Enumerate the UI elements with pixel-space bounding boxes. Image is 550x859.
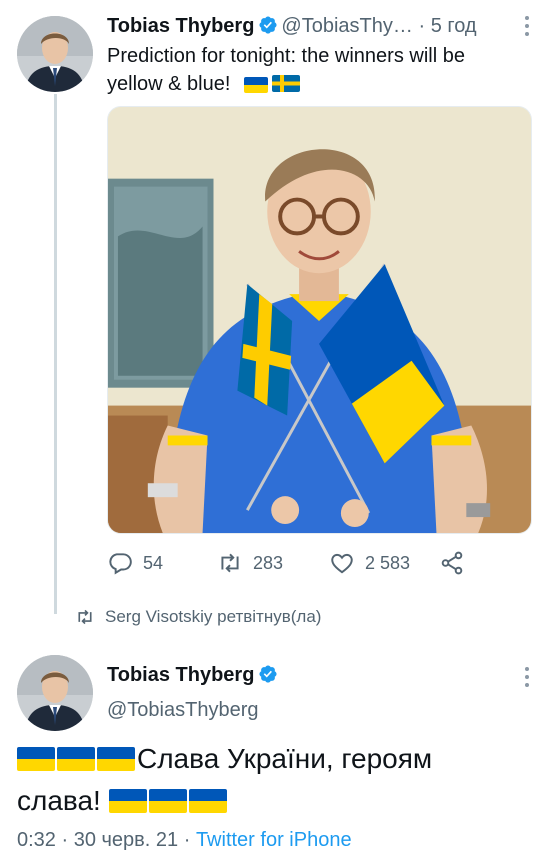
tweet-time[interactable]: 5 год xyxy=(431,15,477,37)
tweet-text-line: Слава України, героям xyxy=(17,738,537,780)
retweet-button[interactable]: 283 xyxy=(217,548,283,578)
retweet-indicator[interactable]: Serg Visotskiy ретвітнув(ла) xyxy=(75,607,321,627)
tweet-text-line: yellow & blue! xyxy=(107,70,527,98)
tweet-source-link[interactable]: Twitter for iPhone xyxy=(196,829,352,851)
tweet-meta: 0:32 · 30 черв. 21 · Twitter for iPhone xyxy=(17,829,352,852)
reply-count: 54 xyxy=(143,553,164,573)
tweet-text-fragment: слава! xyxy=(17,785,101,816)
tweet-text-line: слава! xyxy=(17,780,537,822)
avatar[interactable] xyxy=(17,16,93,92)
more-options-icon[interactable] xyxy=(524,16,530,38)
tweet-timestamp[interactable]: 0:32 · 30 черв. 21 · xyxy=(17,829,196,851)
separator-dot: · xyxy=(418,15,426,37)
author-name[interactable]: Tobias Thyberg xyxy=(107,664,254,686)
avatar[interactable] xyxy=(17,655,93,731)
ukraine-flag-icon xyxy=(17,747,55,771)
tweet-photo[interactable] xyxy=(107,106,532,534)
tweet-text: Prediction for tonight: the winners will… xyxy=(107,42,527,98)
ukraine-flag-icon xyxy=(243,77,268,93)
tweet-text-fragment: yellow & blue! xyxy=(107,73,231,95)
ukraine-flag-icon xyxy=(148,789,187,813)
thread-line xyxy=(54,94,57,614)
author-name[interactable]: Tobias Thyberg xyxy=(107,15,254,37)
more-options-icon[interactable] xyxy=(524,667,530,689)
author-handle[interactable]: @TobiasThyberg xyxy=(107,697,258,723)
retweet-count: 283 xyxy=(253,553,284,573)
like-icon xyxy=(331,553,353,574)
tweet-header: Tobias Thyberg @TobiasThy… · 5 год xyxy=(107,12,510,40)
retweet-icon xyxy=(78,609,92,625)
ukraine-flag-icon xyxy=(97,747,135,771)
verified-badge-icon xyxy=(259,16,277,34)
retweet-icon xyxy=(221,553,239,573)
ukraine-flag-icon xyxy=(57,747,95,771)
tweet-text-fragment: Слава України, героям xyxy=(137,743,433,774)
author-name-row: Tobias Thyberg xyxy=(107,662,281,688)
reply-icon xyxy=(109,553,132,575)
ukraine-flag-icon xyxy=(188,789,227,813)
reply-button[interactable]: 54 xyxy=(107,548,163,578)
like-button[interactable]: 2 583 xyxy=(329,548,410,578)
retweet-indicator-label: Serg Visotskiy ретвітнув(ла) xyxy=(105,607,322,626)
author-handle[interactable]: @TobiasThy… xyxy=(281,15,412,37)
share-button[interactable] xyxy=(439,548,475,578)
ukraine-flag-icon xyxy=(108,789,147,813)
tweet-text: Слава України, героям слава! xyxy=(17,738,537,822)
verified-badge-icon xyxy=(259,665,277,683)
tweet-actions: 54 283 2 583 xyxy=(107,548,527,578)
tweet-text-line: Prediction for tonight: the winners will… xyxy=(107,45,465,67)
share-icon xyxy=(441,551,463,575)
sweden-flag-icon xyxy=(271,75,300,92)
like-count: 2 583 xyxy=(365,553,411,573)
